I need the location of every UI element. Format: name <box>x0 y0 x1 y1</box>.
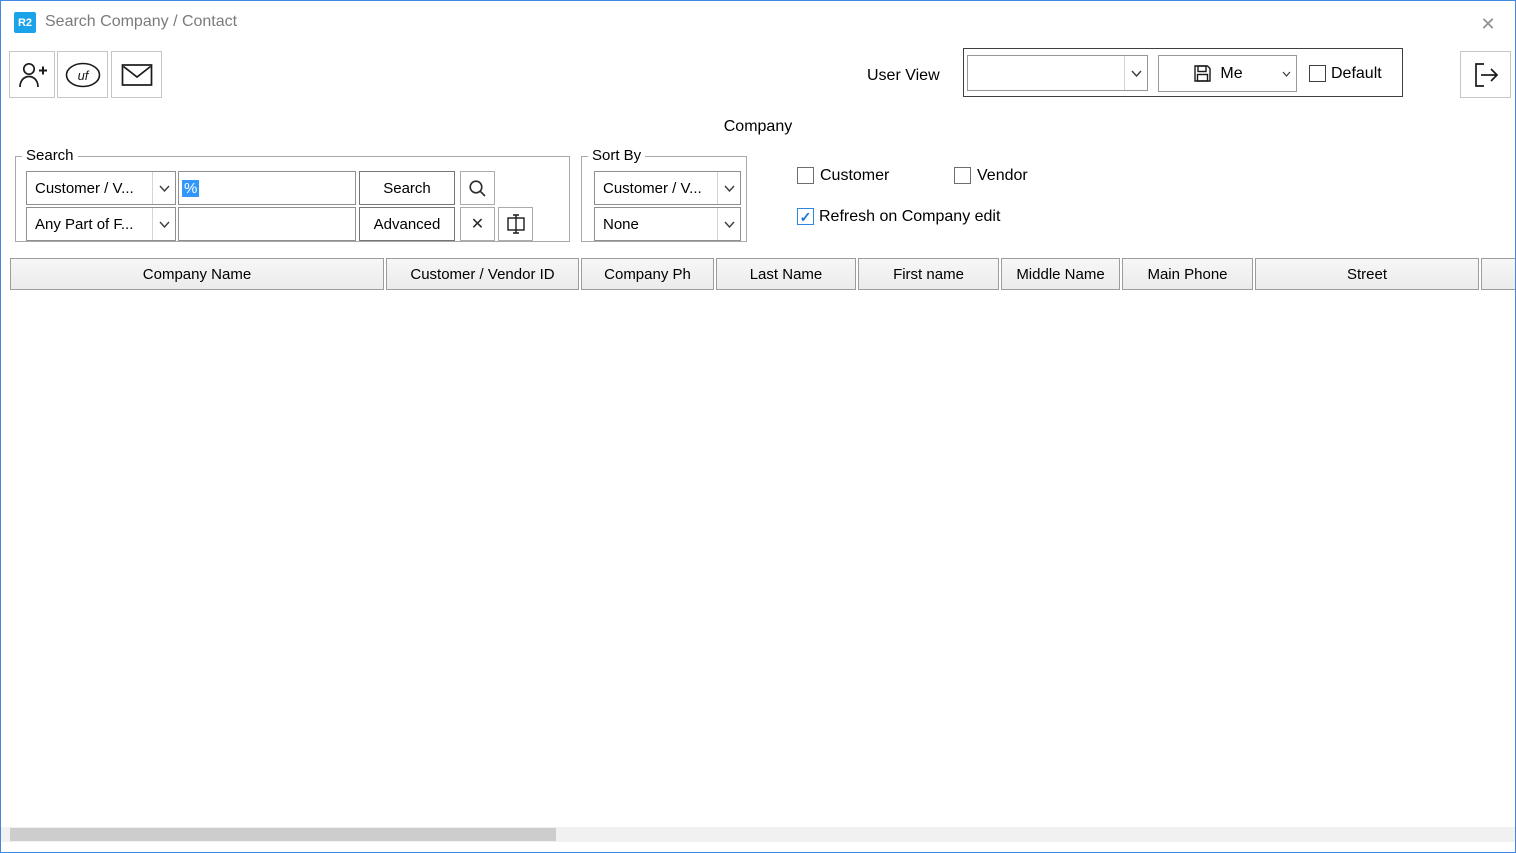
column-header-partial[interactable] <box>1481 258 1516 290</box>
me-dropdown-button[interactable] <box>1277 55 1297 92</box>
column-header-main-phone[interactable]: Main Phone <box>1122 258 1253 290</box>
customer-checkbox-label[interactable]: Customer <box>820 166 889 185</box>
search-field-select[interactable]: Customer / V... <box>26 171 176 205</box>
secondary-keyword-input[interactable] <box>178 207 356 241</box>
envelope-icon <box>121 63 153 87</box>
scrollbar-thumb[interactable] <box>10 828 556 841</box>
split-window-icon <box>505 213 527 235</box>
search-field-value: Customer / V... <box>35 180 134 197</box>
search-groupbox: Search Customer / V... % Search Any Part… <box>15 156 570 242</box>
column-header-company-name[interactable]: Company Name <box>10 258 384 290</box>
horizontal-scrollbar[interactable] <box>1 827 1515 842</box>
advanced-button[interactable]: Advanced <box>359 207 455 241</box>
exit-icon <box>1471 61 1501 89</box>
primary-sort-select[interactable]: Customer / V... <box>594 171 741 205</box>
chevron-down-icon[interactable] <box>152 208 175 240</box>
chevron-down-icon[interactable] <box>152 172 175 204</box>
chevron-down-icon[interactable] <box>717 172 740 204</box>
search-group-legend: Search <box>22 147 78 164</box>
column-header-street[interactable]: Street <box>1255 258 1479 290</box>
sortby-groupbox: Sort By Customer / V... None <box>581 156 747 242</box>
column-header-company-phone[interactable]: Company Ph <box>581 258 714 290</box>
title-bar: R2 Search Company / Contact ✕ <box>1 1 1515 46</box>
default-checkbox[interactable] <box>1309 65 1326 82</box>
match-type-select[interactable]: Any Part of F... <box>26 207 176 241</box>
customer-checkbox[interactable] <box>797 167 814 184</box>
selected-text: % <box>182 180 199 197</box>
user-view-group: Me Default <box>963 48 1403 97</box>
user-view-label: User View <box>867 67 940 85</box>
sortby-group-legend: Sort By <box>588 147 645 164</box>
save-view-me-button[interactable]: Me <box>1158 55 1278 92</box>
email-button[interactable] <box>111 51 162 98</box>
me-button-label: Me <box>1220 65 1242 83</box>
close-icon[interactable]: ✕ <box>1474 10 1502 38</box>
uf-icon-text: uf <box>77 68 89 83</box>
user-fields-button[interactable]: uf <box>57 51 108 98</box>
add-person-icon <box>16 59 48 91</box>
refresh-on-company-edit-label[interactable]: Refresh on Company edit <box>819 207 1000 226</box>
match-type-value: Any Part of F... <box>35 216 133 233</box>
refresh-on-company-edit-checkbox[interactable]: ✓ <box>797 208 814 225</box>
check-icon: ✓ <box>800 210 812 224</box>
r2-logo: R2 <box>14 12 36 33</box>
save-icon <box>1193 64 1212 83</box>
column-header-last-name[interactable]: Last Name <box>716 258 856 290</box>
window-title: Search Company / Contact <box>45 13 237 31</box>
clear-button[interactable]: ✕ <box>460 207 495 241</box>
search-keyword-input[interactable]: % <box>178 171 356 205</box>
chevron-down-icon <box>1282 71 1291 77</box>
results-table-body <box>2 292 1514 827</box>
column-header-middle-name[interactable]: Middle Name <box>1001 258 1120 290</box>
results-table-header: Company Name Customer / Vendor ID Compan… <box>10 258 1516 290</box>
quick-search-button[interactable] <box>460 171 495 205</box>
vendor-checkbox-label[interactable]: Vendor <box>977 166 1028 185</box>
add-contact-button[interactable] <box>9 51 55 98</box>
secondary-sort-value: None <box>603 216 639 233</box>
center-window-button[interactable] <box>498 207 533 241</box>
secondary-sort-select[interactable]: None <box>594 207 741 241</box>
user-view-select[interactable] <box>967 55 1148 91</box>
exit-button[interactable] <box>1460 51 1511 98</box>
clear-x-icon: ✕ <box>471 214 484 234</box>
column-header-customer-vendor-id[interactable]: Customer / Vendor ID <box>386 258 579 290</box>
primary-sort-value: Customer / V... <box>603 180 702 197</box>
default-checkbox-label[interactable]: Default <box>1331 64 1382 83</box>
search-company-contact-window: R2 Search Company / Contact ✕ uf <box>0 0 1516 853</box>
uf-eye-icon: uf <box>64 61 102 89</box>
chevron-down-icon[interactable] <box>717 208 740 240</box>
vendor-checkbox[interactable] <box>954 167 971 184</box>
company-section-label: Company <box>1 118 1515 136</box>
search-button[interactable]: Search <box>359 171 455 205</box>
chevron-down-icon[interactable] <box>1124 56 1147 90</box>
column-header-first-name[interactable]: First name <box>858 258 999 290</box>
magnifier-icon <box>468 179 487 198</box>
